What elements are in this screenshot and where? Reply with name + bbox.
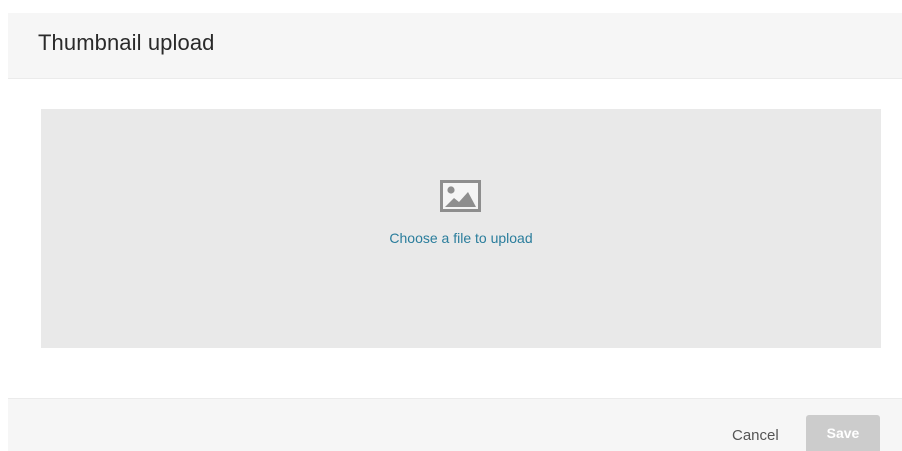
cancel-button[interactable]: Cancel bbox=[724, 421, 787, 451]
dialog-title: Thumbnail upload bbox=[38, 30, 215, 55]
choose-file-link[interactable]: Choose a file to upload bbox=[41, 230, 881, 246]
image-icon bbox=[440, 180, 481, 212]
file-dropzone[interactable]: Choose a file to upload bbox=[41, 109, 881, 348]
dialog-footer: Cancel Save bbox=[8, 398, 902, 451]
dialog-header: Thumbnail upload bbox=[8, 13, 902, 79]
thumbnail-upload-dialog: Thumbnail upload Choose a file to upload… bbox=[0, 0, 902, 451]
save-button[interactable]: Save bbox=[806, 415, 880, 451]
